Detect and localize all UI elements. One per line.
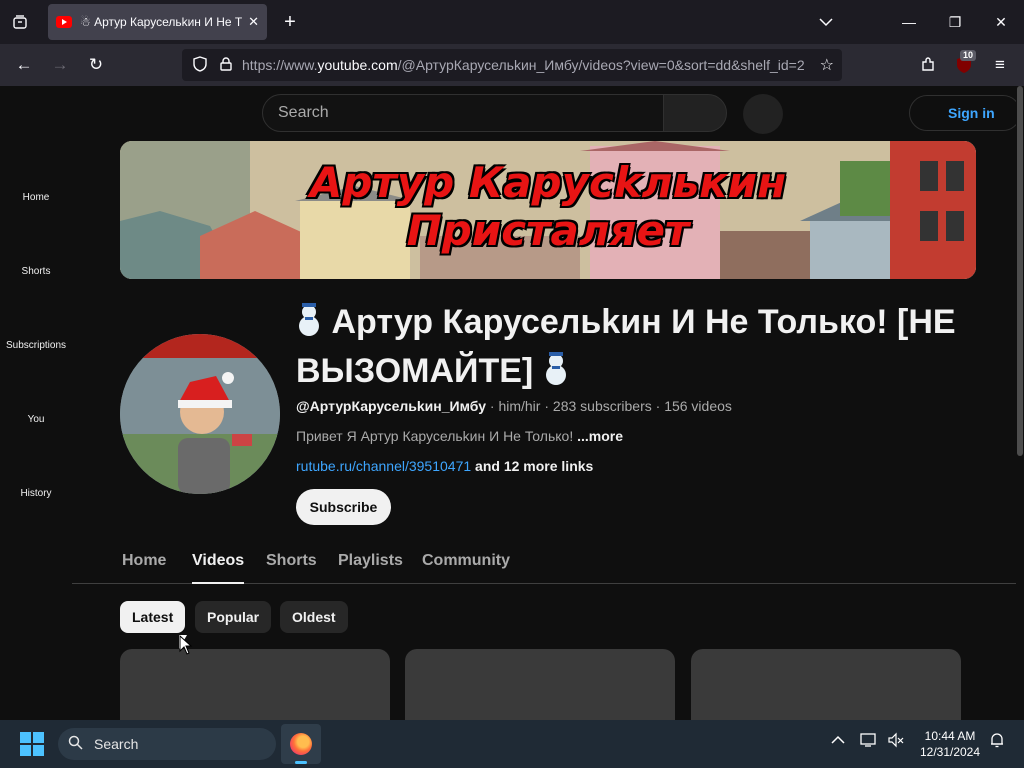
reload-icon[interactable]: ↻ xyxy=(82,51,110,79)
sidebar-item-shorts[interactable]: Shorts xyxy=(0,266,72,277)
clock[interactable]: 10:44 AM 12/31/2024 xyxy=(915,728,985,760)
new-tab-icon[interactable]: + xyxy=(276,8,304,36)
subscriber-count: 283 subscribers xyxy=(552,398,652,414)
forward-icon[interactable]: → xyxy=(46,51,74,79)
maximize-icon[interactable]: ❐ xyxy=(932,0,978,44)
firefox-icon xyxy=(290,733,312,755)
chevron-up-icon[interactable] xyxy=(826,732,850,749)
search-button[interactable] xyxy=(663,94,727,132)
back-icon[interactable]: ← xyxy=(10,51,38,79)
separator: · xyxy=(655,398,665,414)
youtube-page: Home Shorts Subscriptions You History Se… xyxy=(0,86,1024,720)
tab-shorts[interactable]: Shorts xyxy=(266,552,317,570)
tab-community[interactable]: Community xyxy=(422,552,510,570)
tab-list-icon[interactable] xyxy=(6,8,34,36)
close-tab-icon[interactable]: ✕ xyxy=(248,14,259,30)
taskbar: Search 10:44 AM 12/31/2024 xyxy=(0,720,1024,768)
voice-search-button[interactable] xyxy=(743,94,783,134)
channel-links: rutube.ru/channel/39510471 and 12 more l… xyxy=(296,458,593,474)
clock-date: 12/31/2024 xyxy=(919,745,981,759)
snowman-icon xyxy=(543,350,569,386)
more-links-button[interactable]: and 12 more links xyxy=(475,458,593,474)
sidebar: Home Shorts Subscriptions You History xyxy=(0,86,72,720)
sidebar-item-you[interactable]: You xyxy=(0,414,72,425)
search-icon xyxy=(68,728,83,760)
channel-banner: Артур Карусkлькин Присталяет xyxy=(120,141,976,279)
channel-handle: @АртурКарусельkин_Имбу xyxy=(296,398,486,414)
windows-start-icon[interactable] xyxy=(20,732,44,756)
youtube-favicon-icon xyxy=(56,16,72,28)
url-path: /@АртурКарусельkин_Имбу/videos?view=0&so… xyxy=(397,57,805,73)
channel-title: Артур Карусельkин И Не Только! [НЕ ВЫЗОМ… xyxy=(296,298,986,396)
tab-videos[interactable]: Videos xyxy=(192,552,245,584)
search-input[interactable]: Search xyxy=(262,94,664,132)
banner-text: Артур Карусkлькин Присталяет xyxy=(120,159,976,255)
video-card-placeholder[interactable] xyxy=(691,649,961,720)
tab-home[interactable]: Home xyxy=(122,552,166,570)
sidebar-item-home[interactable]: Home xyxy=(0,192,72,203)
browser-nav-bar: ← → ↻ https://www.youtube.com/@АртурКару… xyxy=(0,44,1024,86)
notification-bell-icon[interactable] xyxy=(985,732,1009,752)
menu-hamburger-icon[interactable]: ≡ xyxy=(986,51,1014,79)
channel-title-text: Артур Карусельkин И Не Только! [НЕ ВЫЗОМ… xyxy=(296,303,956,390)
window-controls: — ❐ ✕ xyxy=(886,0,1024,44)
channel-pronouns: him/hir xyxy=(498,398,541,414)
video-count: 156 videos xyxy=(664,398,732,414)
rutube-link[interactable]: rutube.ru/channel/39510471 xyxy=(296,458,471,474)
filter-oldest[interactable]: Oldest xyxy=(280,601,348,633)
avatar-image xyxy=(120,334,280,494)
taskbar-search[interactable]: Search xyxy=(58,728,276,760)
browser-tab[interactable]: ☃ Артур Карусельkин И Не Т ✕ xyxy=(48,4,267,40)
sidebar-item-history[interactable]: History xyxy=(0,488,72,499)
sign-in-label: Sign in xyxy=(948,105,995,121)
description-text: Привет Я Артур Карусельkин И Не Только! xyxy=(296,428,574,444)
video-card-placeholder[interactable] xyxy=(120,649,390,720)
channel-avatar[interactable] xyxy=(120,334,280,494)
shield-icon[interactable] xyxy=(190,55,210,75)
url-domain: youtube.com xyxy=(317,57,398,73)
tab-title: ☃ Артур Карусельkин И Не Т xyxy=(80,15,243,29)
mouse-cursor xyxy=(179,635,195,655)
volume-muted-icon[interactable] xyxy=(884,732,908,752)
subscribe-button[interactable]: Subscribe xyxy=(296,489,391,525)
video-card-placeholder[interactable] xyxy=(405,649,675,720)
taskbar-search-label: Search xyxy=(94,736,139,752)
sign-in-button[interactable]: Sign in xyxy=(909,95,1021,131)
close-window-icon[interactable]: ✕ xyxy=(978,0,1024,44)
extensions-puzzle-icon[interactable] xyxy=(914,51,942,79)
chevron-down-icon[interactable] xyxy=(812,8,840,36)
active-app-indicator xyxy=(295,761,307,764)
network-icon[interactable] xyxy=(857,732,881,752)
minimize-icon[interactable]: — xyxy=(886,0,932,44)
url-text: https://www.youtube.com/@АртурКарусельkи… xyxy=(242,57,812,73)
page-scrollbar[interactable] xyxy=(1016,86,1024,720)
extension-badge: 10 xyxy=(960,50,977,61)
firefox-taskbar-button[interactable] xyxy=(281,724,321,764)
snowman-icon xyxy=(296,301,322,337)
browser-tab-bar: ☃ Артур Карусельkин И Не Т ✕ + — ❐ ✕ xyxy=(0,0,1024,44)
banner-line-1: Артур Карусkлькин xyxy=(309,158,787,207)
url-prefix: https://www. xyxy=(242,57,318,73)
channel-tabs: Home Videos Shorts Playlists Community xyxy=(72,548,1024,584)
filter-latest[interactable]: Latest xyxy=(120,601,186,633)
more-link[interactable]: ...more xyxy=(577,428,623,444)
address-bar[interactable]: https://www.youtube.com/@АртурКарусельkи… xyxy=(182,49,842,81)
channel-meta: @АртурКарусельkин_Имбу · him/hir · 283 s… xyxy=(296,398,732,414)
tab-playlists[interactable]: Playlists xyxy=(338,552,403,570)
sidebar-item-subscriptions[interactable]: Subscriptions xyxy=(0,340,72,351)
separator: · xyxy=(544,398,553,414)
scrollbar-thumb[interactable] xyxy=(1017,86,1023,456)
banner-line-2: Присталяет xyxy=(406,206,690,255)
clock-time: 10:44 AM xyxy=(924,729,976,743)
lock-icon[interactable] xyxy=(216,56,236,74)
bookmark-star-icon[interactable]: ☆ xyxy=(820,55,834,75)
filter-popular[interactable]: Popular xyxy=(195,601,272,633)
channel-description[interactable]: Привет Я Артур Карусельkин И Не Только! … xyxy=(296,428,623,444)
